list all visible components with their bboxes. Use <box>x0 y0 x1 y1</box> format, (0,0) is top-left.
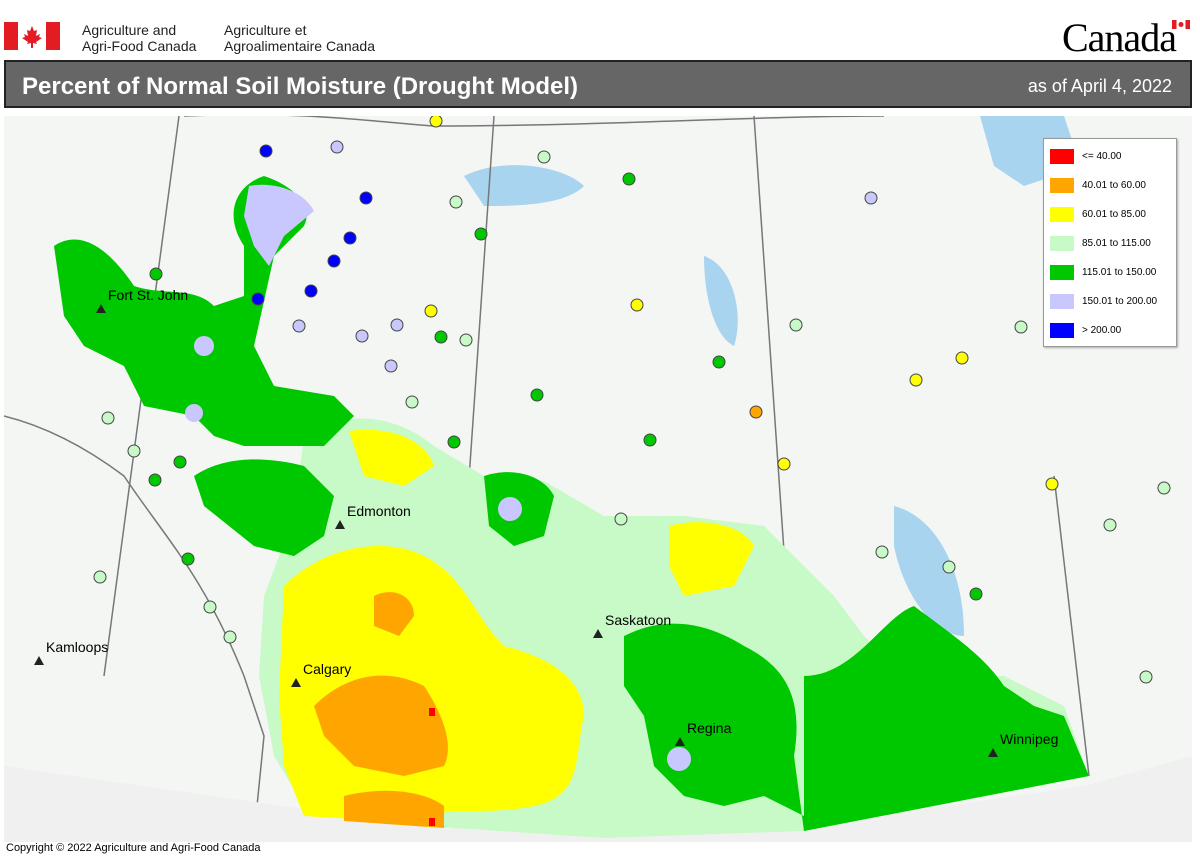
legend-swatch <box>1050 265 1074 280</box>
wordmark-flag-icon <box>1172 20 1190 29</box>
legend-swatch <box>1050 207 1074 222</box>
legend-swatch <box>1050 178 1074 193</box>
zone-150-200-grande <box>185 404 203 422</box>
zone-150-200-peace <box>194 336 214 356</box>
soil-moisture-map[interactable]: Fort St. John Edmonton Kamloops Calgary … <box>4 116 1192 842</box>
zone-150-200-sask <box>498 497 522 521</box>
legend-label: 60.01 to 85.00 <box>1082 209 1146 220</box>
legend-swatch <box>1050 323 1074 338</box>
legend-label: 150.01 to 200.00 <box>1082 296 1158 307</box>
canada-wordmark: Canada <box>1062 15 1177 60</box>
city-label-calgary: Calgary <box>303 661 351 677</box>
legend-label: 115.01 to 150.00 <box>1082 267 1157 278</box>
city-label-winnipeg: Winnipeg <box>1000 731 1058 747</box>
legend-label: 85.01 to 115.00 <box>1082 238 1151 249</box>
legend-swatch <box>1050 149 1074 164</box>
copyright: Copyright © 2022 Agriculture and Agri-Fo… <box>6 842 261 854</box>
canada-flag-icon <box>4 22 60 50</box>
zone-under-40-b <box>429 818 435 826</box>
department-name-french: Agriculture et Agroalimentaire Canada <box>224 22 375 54</box>
zone-150-200-regina <box>667 747 691 771</box>
title-bar: Percent of Normal Soil Moisture (Drought… <box>4 60 1192 108</box>
legend-swatch <box>1050 294 1074 309</box>
city-label-regina: Regina <box>687 720 732 736</box>
legend: <= 40.00 40.01 to 60.00 60.01 to 85.00 85.0… <box>1043 138 1177 347</box>
map-title: Percent of Normal Soil Moisture (Drought… <box>22 73 579 100</box>
legend-label: 40.01 to 60.00 <box>1082 180 1146 191</box>
dept-en-line1: Agriculture and <box>82 22 177 38</box>
city-label-fort-st-john: Fort St. John <box>108 287 188 303</box>
zone-under-40-a <box>429 708 435 716</box>
dept-fr-line1: Agriculture et <box>224 22 307 38</box>
legend-label: <= 40.00 <box>1082 151 1122 162</box>
city-label-kamloops: Kamloops <box>46 639 108 655</box>
legend-swatch <box>1050 236 1074 251</box>
as-of-date: as of April 4, 2022 <box>1027 76 1172 96</box>
dept-fr-line2: Agroalimentaire Canada <box>224 38 375 54</box>
department-name-english: Agriculture and Agri-Food Canada <box>82 22 196 54</box>
city-label-saskatoon: Saskatoon <box>605 612 671 628</box>
city-label-edmonton: Edmonton <box>347 503 411 519</box>
dept-en-line2: Agri-Food Canada <box>82 38 197 54</box>
header: Agriculture and Agri-Food Canada Agricul… <box>0 0 1200 60</box>
legend-label: > 200.00 <box>1082 325 1122 336</box>
